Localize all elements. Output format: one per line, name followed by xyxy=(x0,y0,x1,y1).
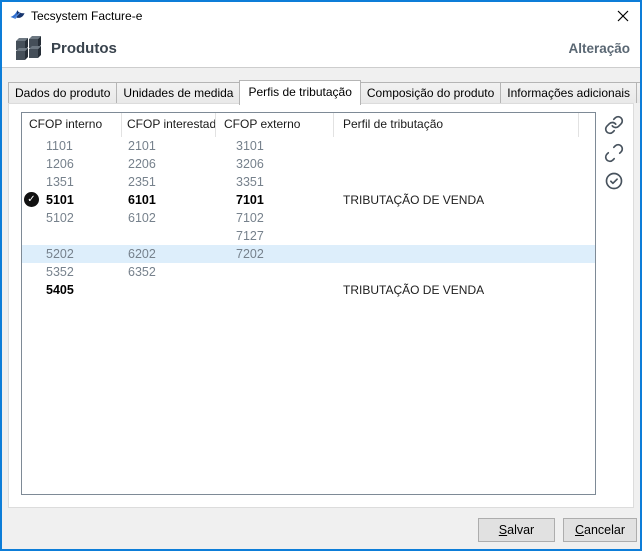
cell-cfop: 6102 xyxy=(122,209,216,227)
check-circle-icon[interactable] xyxy=(603,170,625,192)
cell-cfop: 5352 xyxy=(22,263,122,281)
cell-cfop: 1101 xyxy=(22,137,122,155)
mode-label: Alteração xyxy=(568,41,630,56)
table-row[interactable]: 135123513351 xyxy=(22,173,595,191)
link-icon[interactable] xyxy=(603,114,625,136)
cancel-button[interactable]: Cancelar xyxy=(563,518,637,542)
column-header-filler xyxy=(579,113,595,137)
cell-cfop: 1351 xyxy=(22,173,122,191)
table-row[interactable]: 510261027102 xyxy=(22,209,595,227)
cell-cfop: 3101 xyxy=(216,137,334,155)
cell-perfil xyxy=(334,137,595,155)
cell-cfop: 3206 xyxy=(216,155,334,173)
table-body: 110121013101120622063206135123513351✓510… xyxy=(22,137,595,299)
cell-cfop: 7102 xyxy=(216,209,334,227)
cell-perfil xyxy=(334,245,595,263)
cell-cfop: 6101 xyxy=(122,191,216,209)
cell-cfop: 3351 xyxy=(216,173,334,191)
app-window: Tecsystem Facture-e Produtos Alteração D… xyxy=(0,0,642,551)
table-row[interactable]: 120622063206 xyxy=(22,155,595,173)
tab-dados-do-produto[interactable]: Dados do produto xyxy=(8,82,117,103)
cell-cfop: 2206 xyxy=(122,155,216,173)
cell-cfop xyxy=(216,263,334,281)
tab-composicao-do-produto[interactable]: Composição do produto xyxy=(360,82,501,103)
cell-perfil xyxy=(334,227,595,245)
tab-perfis-de-tributacao[interactable]: Perfis de tributação xyxy=(239,80,360,105)
table-header: CFOP interno CFOP interestadual CFOP ext… xyxy=(22,113,595,137)
cell-cfop: 2101 xyxy=(122,137,216,155)
cell-cfop: 5102 xyxy=(22,209,122,227)
table-row[interactable]: 520262027202 xyxy=(22,245,595,263)
tab-panel: CFOP interno CFOP interestadual CFOP ext… xyxy=(8,103,634,508)
cell-cfop: 7101 xyxy=(216,191,334,209)
save-button[interactable]: Salvar xyxy=(478,518,555,542)
column-header-cfop-interestadual[interactable]: CFOP interestadual xyxy=(122,113,216,137)
column-header-cfop-externo[interactable]: CFOP externo xyxy=(216,113,334,137)
cell-cfop: 2351 xyxy=(122,173,216,191)
cell-cfop xyxy=(216,281,334,299)
cell-cfop xyxy=(22,227,122,245)
cell-cfop xyxy=(122,227,216,245)
window-title: Tecsystem Facture-e xyxy=(31,2,142,30)
tab-informacoes-adicionais[interactable]: Informações adicionais xyxy=(500,82,637,103)
tab-sped[interactable]: SPED xyxy=(636,82,642,103)
cell-perfil xyxy=(334,173,595,191)
cell-cfop: 7127 xyxy=(216,227,334,245)
cell-cfop: 6352 xyxy=(122,263,216,281)
table-row[interactable]: 7127 xyxy=(22,227,595,245)
checked-icon: ✓ xyxy=(24,192,39,207)
table-row[interactable]: 5405 TRIBUTAÇÃO DE VENDA xyxy=(22,281,595,299)
cell-perfil xyxy=(334,155,595,173)
cell-cfop: 5202 xyxy=(22,245,122,263)
column-header-perfil[interactable]: Perfil de tributação xyxy=(334,113,579,137)
app-logo-icon xyxy=(9,7,26,24)
cell-perfil xyxy=(334,263,595,281)
cell-perfil: TRIBUTAÇÃO DE VENDA xyxy=(334,191,595,209)
table-row[interactable]: 110121013101 xyxy=(22,137,595,155)
cell-cfop: 6202 xyxy=(122,245,216,263)
cell-perfil xyxy=(334,209,595,227)
close-icon[interactable] xyxy=(613,6,633,26)
page-title: Produtos xyxy=(51,40,117,57)
table-row[interactable]: ✓510161017101TRIBUTAÇÃO DE VENDA xyxy=(22,191,595,209)
tab-bar: Dados do produto Unidades de medida Perf… xyxy=(8,80,642,105)
cell-cfop: 5405 xyxy=(22,281,122,299)
title-bar[interactable]: Tecsystem Facture-e xyxy=(2,2,640,30)
cell-perfil: TRIBUTAÇÃO DE VENDA xyxy=(334,281,595,299)
column-header-cfop-interno[interactable]: CFOP interno xyxy=(22,113,122,137)
table-row[interactable]: 53526352 xyxy=(22,263,595,281)
cell-cfop: 7202 xyxy=(216,245,334,263)
cell-cfop xyxy=(122,281,216,299)
unlink-icon[interactable] xyxy=(603,142,625,164)
products-cubes-icon xyxy=(15,35,42,66)
cell-cfop: ✓5101 xyxy=(22,191,122,209)
page-header: Produtos Alteração xyxy=(2,30,640,68)
cfop-table: CFOP interno CFOP interestadual CFOP ext… xyxy=(21,112,596,495)
side-toolbar xyxy=(603,114,625,192)
cell-cfop: 1206 xyxy=(22,155,122,173)
tab-unidades-de-medida[interactable]: Unidades de medida xyxy=(116,82,240,103)
